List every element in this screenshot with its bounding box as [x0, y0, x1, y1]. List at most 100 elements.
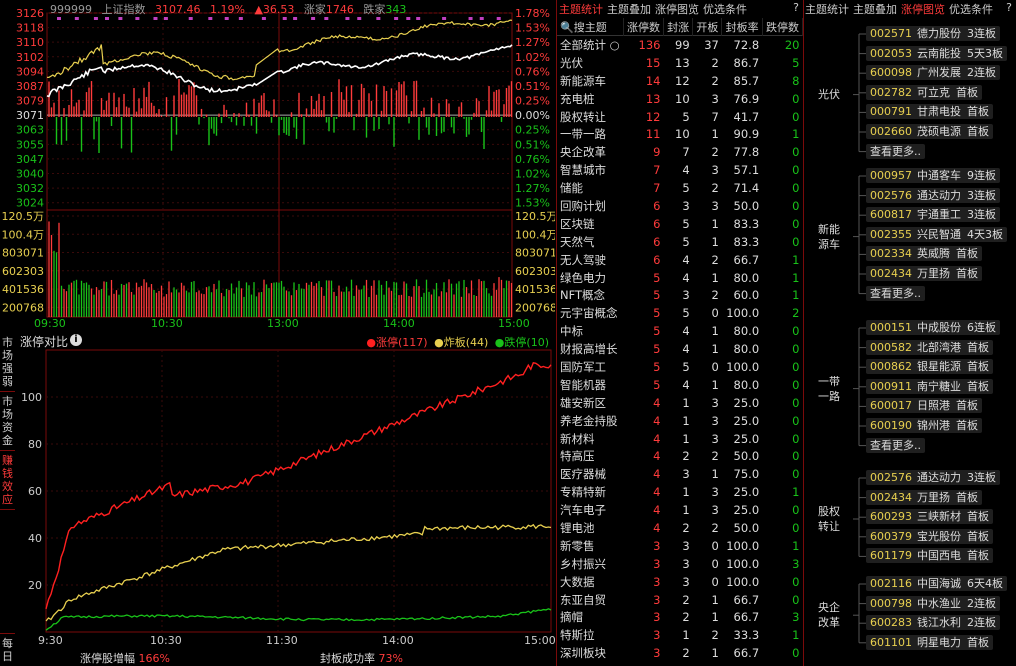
theme-row[interactable]: 摘帽 3 2 1 66.7 3	[557, 609, 803, 627]
theme-row[interactable]: 特高压 4 2 2 50.0 0	[557, 447, 803, 465]
view-more-button[interactable]: 查看更多..	[866, 143, 925, 159]
theme-row[interactable]: NFT概念 5 3 2 60.0 1	[557, 286, 803, 304]
stock-tag[interactable]: 002355 兴民智通 4天3板	[866, 226, 1007, 242]
stock-tag[interactable]: 000582 北部湾港 首板	[866, 339, 993, 355]
limit-down-count: 0	[792, 109, 800, 124]
theme-row[interactable]: 医疗器械 4 3 1 75.0 0	[557, 465, 803, 483]
stock-tag[interactable]: 000791 甘肃电投 首板	[866, 104, 993, 120]
col-limit-up[interactable]: 涨停数	[623, 18, 664, 36]
theme-row[interactable]: 智能机器 5 4 1 80.0 0	[557, 376, 803, 394]
stock-name: 万里扬	[917, 490, 950, 504]
tab-filter-conditions[interactable]: 优选条件	[703, 3, 747, 16]
theme-row[interactable]: 特斯拉 3 1 2 33.3 1	[557, 626, 803, 644]
opened-count: 1	[711, 592, 719, 607]
limit-up-compare-panel[interactable]: 100 80 60 40 20 9:30 10:30 11:30 14:00 15:00 涨停对比…	[0, 332, 555, 666]
stock-code: 600190	[870, 419, 912, 432]
stock-tag[interactable]: 002571 德力股份 3连板	[866, 26, 1000, 41]
stock-tag[interactable]: 002334 英威腾 首板	[866, 246, 982, 262]
sealed-count: 3	[682, 538, 690, 553]
theme-row[interactable]: 锂电池 4 2 2 50.0 0	[557, 519, 803, 537]
stock-tag[interactable]: 000911 南宁糖业 首板	[866, 378, 993, 394]
sealed-count: 4	[682, 342, 690, 357]
stock-tag[interactable]: 000957 中通客车 9连板	[866, 168, 1000, 183]
col-limit-down[interactable]: 跌停数	[762, 18, 804, 36]
search-theme-header[interactable]: 🔍搜主题	[557, 18, 624, 36]
theme-row[interactable]: 回购计划 6 3 3 50.0 0	[557, 197, 803, 215]
theme-row[interactable]: 区块链 6 5 1 83.3 0	[557, 215, 803, 233]
stock-tag[interactable]: 600017 日照港 首板	[866, 398, 982, 414]
theme-row[interactable]: 深圳板块 3 2 1 66.7 0	[557, 644, 803, 662]
theme-row[interactable]: 股权转让 12 5 7 41.7 0	[557, 108, 803, 126]
theme-row[interactable]: 光伏 15 13 2 86.7 5	[557, 54, 803, 72]
tab-theme-overlay[interactable]: 主题叠加	[607, 3, 651, 16]
info-icon[interactable]: i	[70, 334, 82, 346]
sealed-count: 4	[682, 163, 690, 178]
theme-name: 股权转让	[560, 109, 606, 124]
theme-row[interactable]: 东亚自贸 3 2 1 66.7 0	[557, 591, 803, 609]
stock-tag[interactable]: 600379 宝光股份 首板	[866, 528, 993, 544]
stock-tag[interactable]: 600817 宇通重工 3连板	[866, 207, 1000, 223]
theme-row[interactable]: 智慧城市 7 4 3 57.1 0	[557, 161, 803, 179]
theme-row[interactable]: 一带一路 11 10 1 90.9 1	[557, 125, 803, 143]
stock-tag[interactable]: 600283 钱江水利 2连板	[866, 615, 1000, 631]
stock-tag[interactable]: 002660 茂硕电源 首板	[866, 124, 993, 139]
signal-marker	[163, 17, 168, 20]
stock-name: 通达动力	[917, 188, 961, 202]
tab-theme-stats[interactable]: 主题统计	[559, 3, 603, 16]
limit-up-count: 4	[653, 413, 661, 428]
theme-row[interactable]: 新能源车 14 12 2 85.7 8	[557, 72, 803, 90]
view-more-button[interactable]: 查看更多..	[866, 285, 925, 301]
theme-row[interactable]: 新材料 4 1 3 25.0 0	[557, 430, 803, 448]
theme-row[interactable]: 天然气 6 5 1 83.3 0	[557, 233, 803, 251]
theme-row[interactable]: 专精特新 4 1 3 25.0 1	[557, 483, 803, 501]
theme-row[interactable]: 国防军工 5 5 0 100.0 0	[557, 358, 803, 376]
theme-row[interactable]: 乡村振兴 3 3 0 100.0 3	[557, 555, 803, 573]
theme-row[interactable]: 汽车电子 4 1 3 25.0 0	[557, 501, 803, 519]
theme-row[interactable]: 财报高增长 5 4 1 80.0 0	[557, 340, 803, 358]
theme-row-total[interactable]: 全部统计 ○ 136 99 37 72.8 20	[557, 36, 803, 54]
stock-tag[interactable]: 601179 中国西电 首板	[866, 548, 993, 564]
theme-row[interactable]: 元宇宙概念 5 5 0 100.0 2	[557, 304, 803, 322]
stock-tag[interactable]: 002053 云南能投 5天3板	[866, 45, 1007, 61]
theme-row[interactable]: 中标 5 4 1 80.0 0	[557, 322, 803, 340]
view-more-button[interactable]: 查看更多..	[866, 437, 925, 453]
stock-tag[interactable]: 600098 广州发展 2连板	[866, 65, 1000, 81]
stock-tag[interactable]: 000798 中水渔业 2连板	[866, 595, 1000, 611]
stock-tag[interactable]: 000862 银星能源 首板	[866, 359, 993, 375]
col-seal-rate[interactable]: 封板率	[721, 18, 763, 36]
col-sealed[interactable]: 封涨	[663, 18, 694, 36]
col-opened[interactable]: 开板	[692, 18, 723, 36]
opened-count: 1	[711, 127, 719, 142]
stock-tag[interactable]: 601101 明星电力 首板	[866, 634, 993, 650]
opened-count: 1	[711, 377, 719, 392]
theme-row[interactable]: 无人驾驶 6 4 2 66.7 1	[557, 251, 803, 269]
stock-tag[interactable]: 600293 三峡新材 首板	[866, 509, 993, 525]
stock-tag[interactable]: 002576 通达动力 3连板	[866, 470, 1000, 485]
limit-up-count: 6	[653, 216, 661, 231]
stock-name: 可立克	[917, 85, 950, 99]
theme-row[interactable]: 充电桩 13 10 3 76.9 0	[557, 90, 803, 108]
tab-limit-up-view[interactable]: 涨停图览	[655, 3, 699, 16]
pct-tick: 1.78%	[515, 7, 550, 20]
sealed-count: 1	[682, 395, 690, 410]
theme-row[interactable]: 养老金持股 4 1 3 25.0 0	[557, 412, 803, 430]
theme-row[interactable]: 央企改革 9 7 2 77.8 0	[557, 143, 803, 161]
stock-tag[interactable]: 600190 锦州港 首板	[866, 418, 982, 433]
opened-count: 1	[711, 234, 719, 249]
theme-name: 智慧城市	[560, 163, 606, 178]
stock-tag[interactable]: 002434 万里扬 首板	[866, 266, 982, 281]
theme-row[interactable]: 绿色电力 5 4 1 80.0 1	[557, 269, 803, 287]
help-icon[interactable]: ?	[793, 1, 799, 14]
stock-tag[interactable]: 002576 通达动力 3连板	[866, 187, 1000, 203]
stock-tag[interactable]: 002434 万里扬 首板	[866, 489, 982, 505]
theme-row[interactable]: 新零售 3 3 0 100.0 1	[557, 537, 803, 555]
stock-tag[interactable]: 002116 中国海诚 6天4板	[866, 576, 1007, 591]
stock-code: 002571	[870, 27, 912, 40]
stock-tag[interactable]: 002782 可立克 首板	[866, 84, 982, 100]
minute-chart-panel[interactable]: 3126 1.78% 3118 1.53% 3110 1.27% 3102 1.02% 3094…	[0, 0, 556, 330]
theme-row[interactable]: 储能 7 5 2 71.4 0	[557, 179, 803, 197]
theme-row[interactable]: 大数据 3 3 0 100.0 0	[557, 573, 803, 591]
theme-row[interactable]: 雄安新区 4 1 3 25.0 0	[557, 394, 803, 412]
stock-tag[interactable]: 000151 中成股份 6连板	[866, 320, 1000, 335]
board-tag: 首板	[967, 105, 989, 119]
